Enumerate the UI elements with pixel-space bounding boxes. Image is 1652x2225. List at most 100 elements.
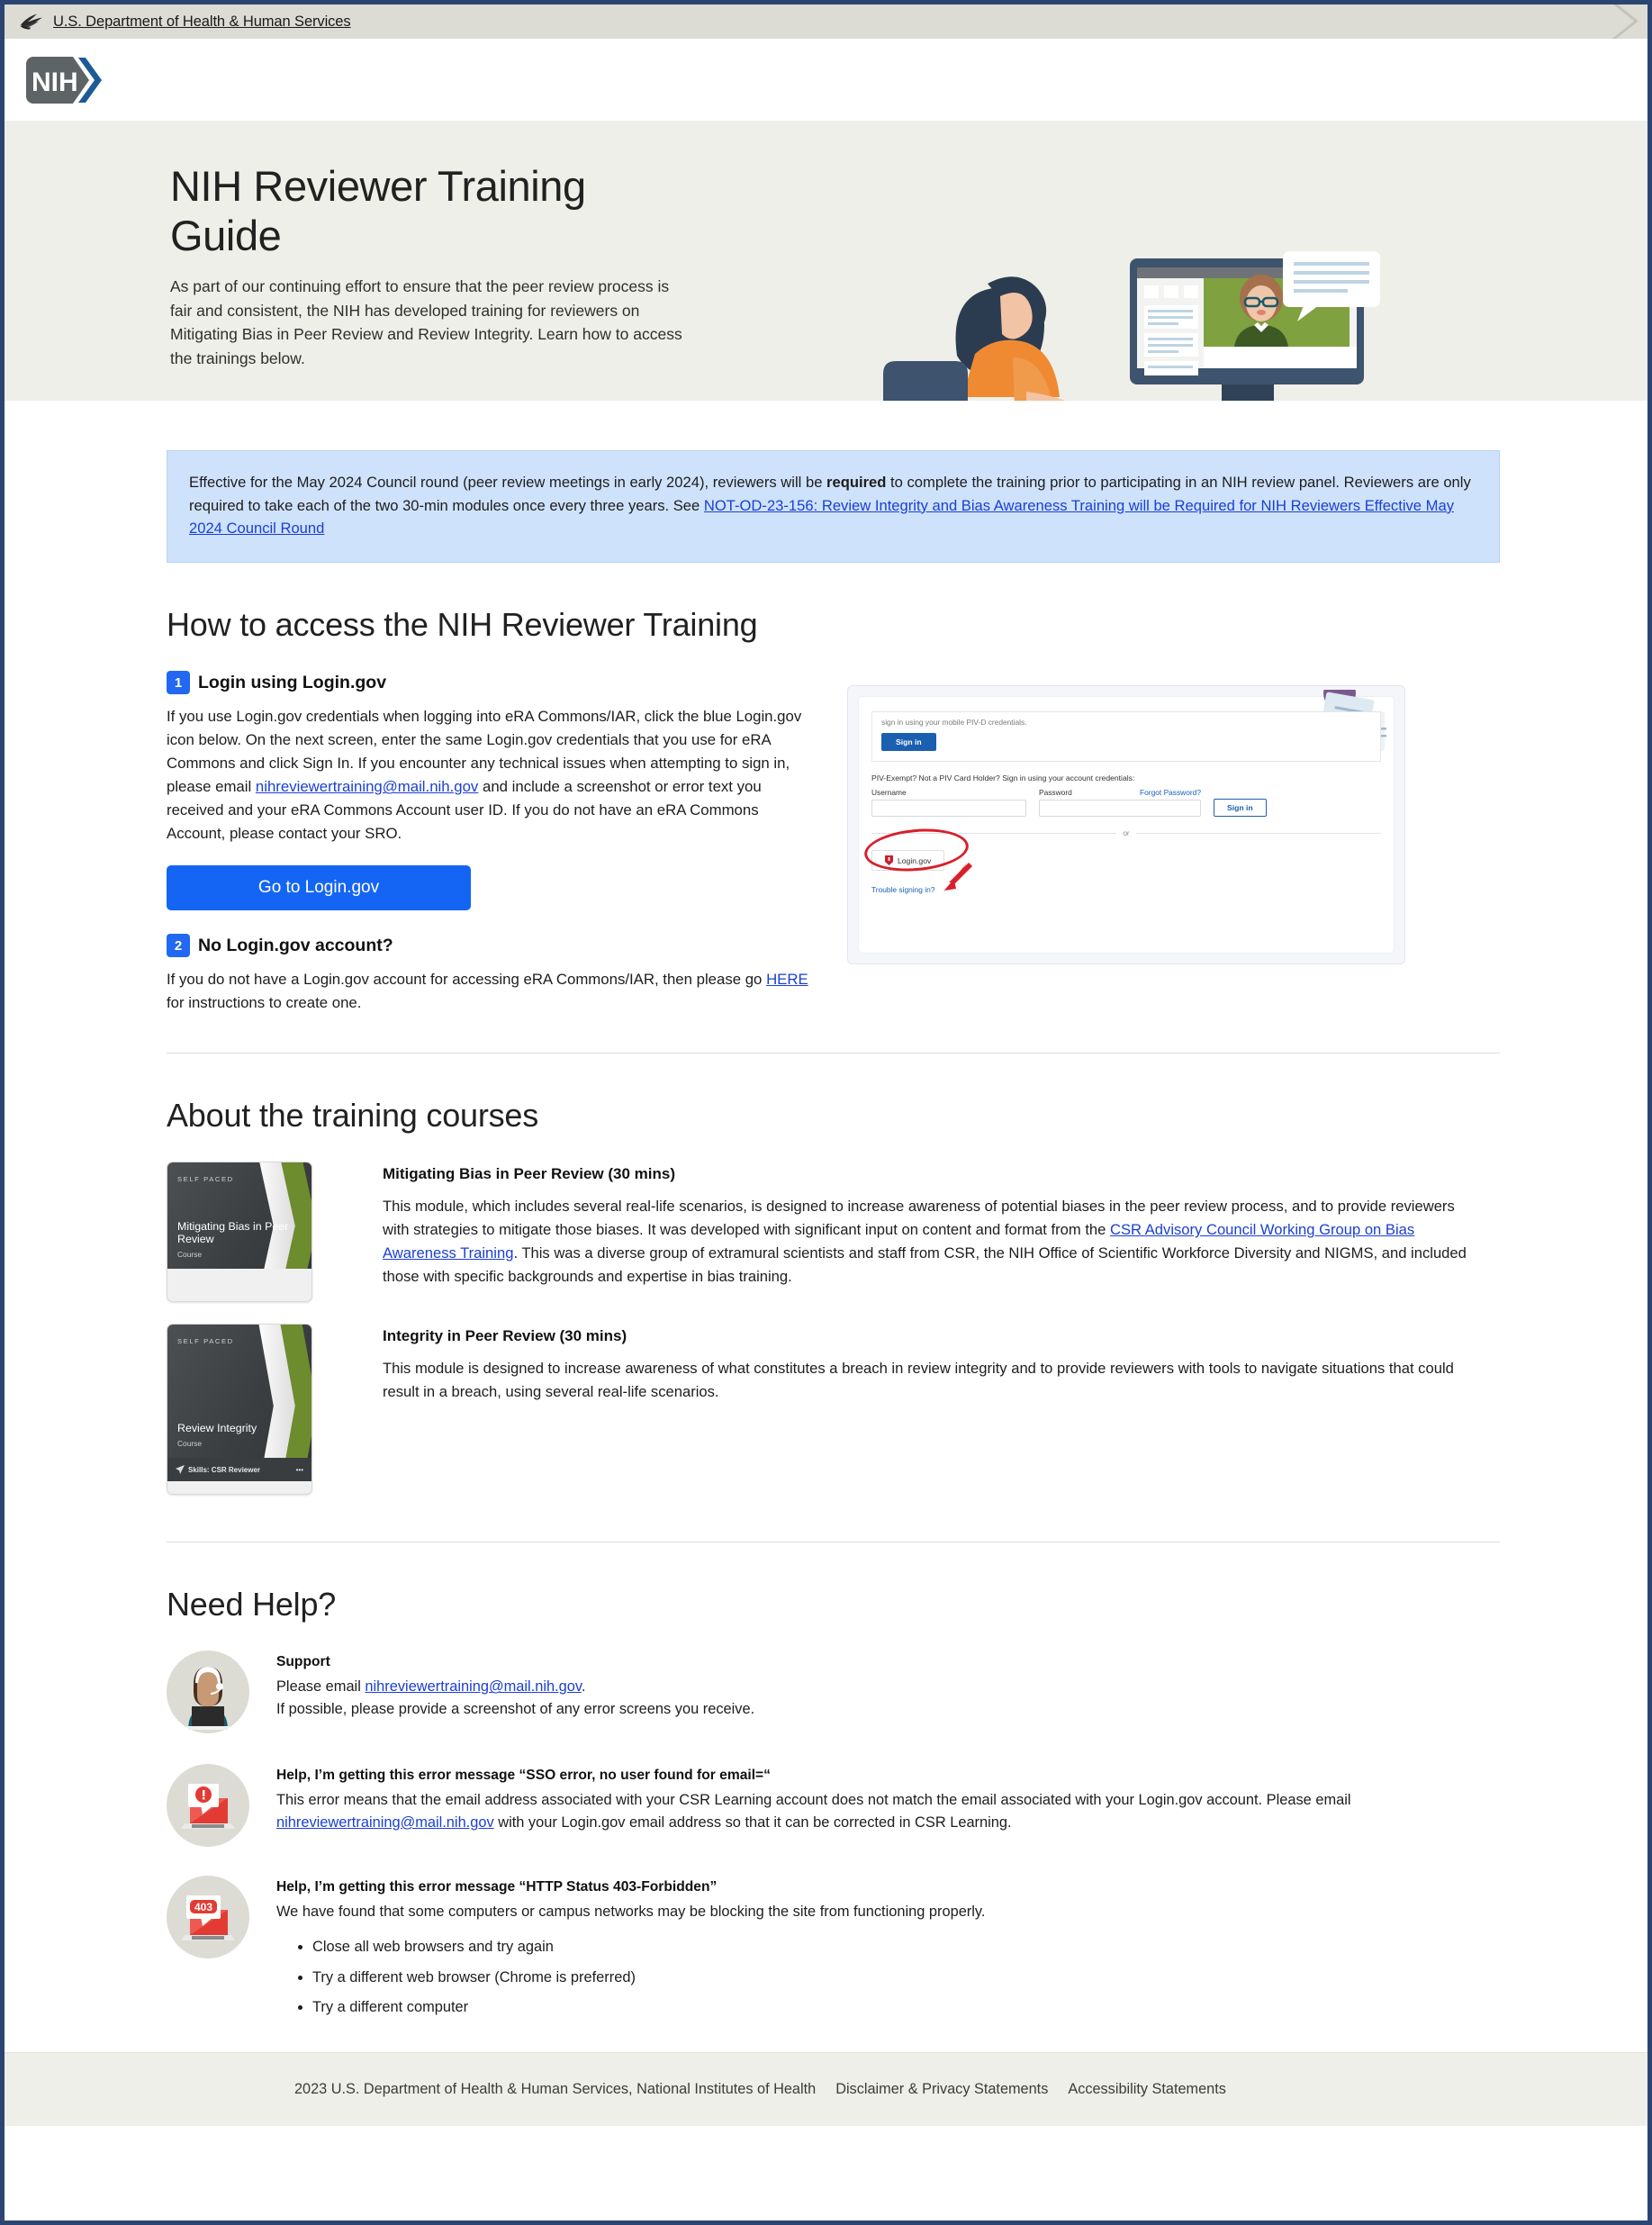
credentials-signin-button[interactable]: Sign in bbox=[1214, 799, 1267, 818]
course-title-2: Integrity in Peer Review (30 mins) bbox=[383, 1327, 627, 1345]
course-card-mitigating-bias[interactable]: SELF PACED Mitigating Bias in Peer Revie… bbox=[167, 1162, 312, 1303]
course-row-1: SELF PACED Mitigating Bias in Peer Revie… bbox=[167, 1162, 1500, 1303]
course-card-art-2: SELF PACED Review Integrity Course bbox=[167, 1325, 311, 1459]
course-desc-1-part2: . This was a diverse group of extramural… bbox=[383, 1244, 1467, 1285]
hero-section: NIH Reviewer Training Guide As part of o… bbox=[5, 122, 1647, 401]
page-footer: 2023 U.S. Department of Health & Human S… bbox=[5, 2051, 1647, 2126]
course-card-subtitle-2: Course bbox=[177, 1439, 202, 1449]
help-sso-part1: This error means that the email address … bbox=[276, 1792, 1351, 1809]
how-to-access-row: 1 Login using Login.gov If you use Login… bbox=[167, 671, 1500, 1015]
main-content: Effective for the May 2024 Council round… bbox=[5, 450, 1647, 2027]
footer-link-accessibility[interactable]: Accessibility Statements bbox=[1068, 2081, 1226, 2098]
help-text-sso-error: This error means that the email address … bbox=[276, 1789, 1500, 1833]
footer-link-disclaimer[interactable]: Disclaimer & Privacy Statements bbox=[835, 2081, 1048, 2098]
help-support-part3: If possible, please provide a screenshot… bbox=[276, 1701, 755, 1718]
username-input[interactable] bbox=[871, 800, 1026, 818]
hhs-eagle-logo-icon bbox=[20, 14, 42, 30]
list-item: Try a different computer bbox=[312, 1996, 985, 2019]
course-row-2: SELF PACED Review Integrity Course Skill… bbox=[167, 1324, 1500, 1496]
course-card-more-icon[interactable]: ••• bbox=[296, 1466, 303, 1474]
step-1-number: 1 bbox=[167, 671, 190, 695]
course-text-1: Mitigating Bias in Peer Review (30 mins)… bbox=[383, 1162, 1476, 1302]
alert-bold: required bbox=[826, 474, 887, 491]
step-1-header: 1 Login using Login.gov bbox=[167, 671, 815, 695]
list-item: Close all web browsers and try again bbox=[312, 1936, 985, 1958]
step-2-number: 2 bbox=[167, 934, 190, 958]
step-2-text-1: If you do not have a Login.gov account f… bbox=[167, 971, 767, 989]
hero-text-block: NIH Reviewer Training Guide As part of o… bbox=[5, 122, 689, 370]
support-agent-headset-avatar-icon bbox=[167, 1651, 249, 1734]
step-1-paragraph: If you use Login.gov credentials when lo… bbox=[167, 705, 815, 846]
piv-signin-button[interactable]: Sign in bbox=[881, 733, 936, 752]
about-courses-heading: About the training courses bbox=[167, 1097, 539, 1135]
course-card-subtitle-1: Course bbox=[177, 1250, 202, 1260]
course-card-tail-1 bbox=[167, 1289, 311, 1302]
nih-logo[interactable]: NIH bbox=[24, 55, 107, 105]
step-2-title: No Login.gov account? bbox=[198, 935, 393, 955]
support-email-link[interactable]: nihreviewertraining@mail.nih.gov bbox=[256, 778, 478, 795]
password-input[interactable] bbox=[1039, 800, 1201, 818]
notice-banner: Effective for the May 2024 Council round… bbox=[167, 450, 1500, 564]
help-body-403-error: Help, I’m getting this error message “HT… bbox=[276, 1876, 985, 2026]
help-title-support: Support bbox=[276, 1654, 330, 1670]
hhs-topbar: U.S. Department of Health & Human Servic… bbox=[5, 5, 1647, 39]
step-1-title: Login using Login.gov bbox=[198, 672, 387, 692]
course-card-skill-label: Skills: CSR Reviewer bbox=[188, 1465, 261, 1474]
browser-window: U.S. Department of Health & Human Servic… bbox=[0, 0, 1652, 2225]
nih-brand-bar: NIH bbox=[5, 39, 1647, 122]
help-support-part2: . bbox=[581, 1678, 586, 1696]
course-title-1: Mitigating Bias in Peer Review (30 mins) bbox=[383, 1165, 675, 1183]
piv-instruction-text: sign in using your mobile PIV-D credenti… bbox=[881, 718, 1027, 728]
how-to-access-heading: How to access the NIH Reviewer Training bbox=[167, 606, 758, 644]
course-desc-1: This module, which includes several real… bbox=[383, 1195, 1476, 1288]
help-title-sso-error: Help, I’m getting this error message “SS… bbox=[276, 1768, 771, 1784]
help-item-403-error: 403 Help, I’m getting this error message… bbox=[167, 1876, 1500, 2026]
support-email-link-3[interactable]: nihreviewertraining@mail.nih.gov bbox=[276, 1814, 494, 1831]
course-card-title-1: Mitigating Bias in Peer Review bbox=[177, 1220, 289, 1246]
username-label: Username bbox=[871, 788, 907, 798]
here-link[interactable]: HERE bbox=[766, 971, 808, 988]
help-support-part1: Please email bbox=[276, 1678, 366, 1696]
course-card-footer-2: Skills: CSR Reviewer ••• bbox=[167, 1458, 311, 1482]
password-label: Password bbox=[1039, 788, 1072, 798]
help-body-sso-error: Help, I’m getting this error message “SS… bbox=[276, 1764, 1500, 1833]
divider-1 bbox=[167, 1053, 1500, 1054]
alert-text-1: Effective for the May 2024 Council round… bbox=[189, 474, 827, 491]
need-help-heading: Need Help? bbox=[167, 1586, 337, 1624]
footer-copyright: 2023 U.S. Department of Health & Human S… bbox=[294, 2080, 817, 2097]
help-403-part1: We have found that some computers or cam… bbox=[276, 1904, 986, 1921]
hero-subtitle: As part of our continuing effort to ensu… bbox=[170, 277, 682, 367]
forgot-password-link[interactable]: Forgot Password? bbox=[1140, 788, 1201, 797]
course-card-tail-2 bbox=[167, 1481, 311, 1495]
red-arrow-annotation-icon bbox=[943, 862, 972, 892]
help-body-support: Support Please email nihreviewertraining… bbox=[276, 1651, 754, 1720]
course-card-title-2: Review Integrity bbox=[177, 1422, 257, 1435]
help-sso-part2: with your Login.gov email address so tha… bbox=[493, 1814, 1012, 1832]
course-text-2: Integrity in Peer Review (30 mins) This … bbox=[383, 1324, 1476, 1495]
list-item: Try a different web browser (Chrome is p… bbox=[312, 1967, 985, 1989]
help-item-support: Support Please email nihreviewertraining… bbox=[167, 1651, 1500, 1734]
piv-signin-box: sign in using your mobile PIV-D credenti… bbox=[871, 711, 1381, 763]
help-item-sso-error: Help, I’m getting this error message “SS… bbox=[167, 1764, 1500, 1848]
help-title-403-error: Help, I’m getting this error message “HT… bbox=[276, 1879, 718, 1895]
page-title: NIH Reviewer Training Guide bbox=[170, 162, 586, 259]
go-to-login-gov-button[interactable]: Go to Login.gov bbox=[167, 865, 471, 911]
support-email-link-2[interactable]: nihreviewertraining@mail.nih.gov bbox=[365, 1678, 581, 1695]
step-2-header: 2 No Login.gov account? bbox=[167, 934, 815, 958]
how-to-access-steps: 1 Login using Login.gov If you use Login… bbox=[167, 671, 815, 1015]
course-card-review-integrity[interactable]: SELF PACED Review Integrity Course Skill… bbox=[167, 1324, 312, 1496]
svg-text:NIH: NIH bbox=[32, 68, 78, 97]
credentials-row: Username Password Forgot Password? Sign … bbox=[871, 788, 1381, 818]
login-screenshot-wrapper: sign in using your mobile PIV-D credenti… bbox=[847, 671, 1410, 1015]
hhs-link[interactable]: U.S. Department of Health & Human Servic… bbox=[53, 14, 351, 31]
woman-at-computer-illustration-icon bbox=[883, 251, 1380, 401]
login-screenshot-image: sign in using your mobile PIV-D credenti… bbox=[847, 685, 1405, 965]
piv-exempt-text: PIV-Exempt? Not a PIV Card Holder? Sign … bbox=[871, 773, 1135, 783]
svg-text:403: 403 bbox=[194, 1901, 212, 1913]
course-card-footer-1 bbox=[167, 1269, 311, 1289]
course-card-art: SELF PACED Mitigating Bias in Peer Revie… bbox=[167, 1162, 311, 1270]
course-badge-1: SELF PACED bbox=[177, 1175, 234, 1184]
help-text-403-error: We have found that some computers or cam… bbox=[276, 1901, 985, 2018]
laptop-403-forbidden-icon: 403 bbox=[167, 1876, 249, 1959]
chevron-watermark-icon bbox=[1552, 5, 1638, 39]
